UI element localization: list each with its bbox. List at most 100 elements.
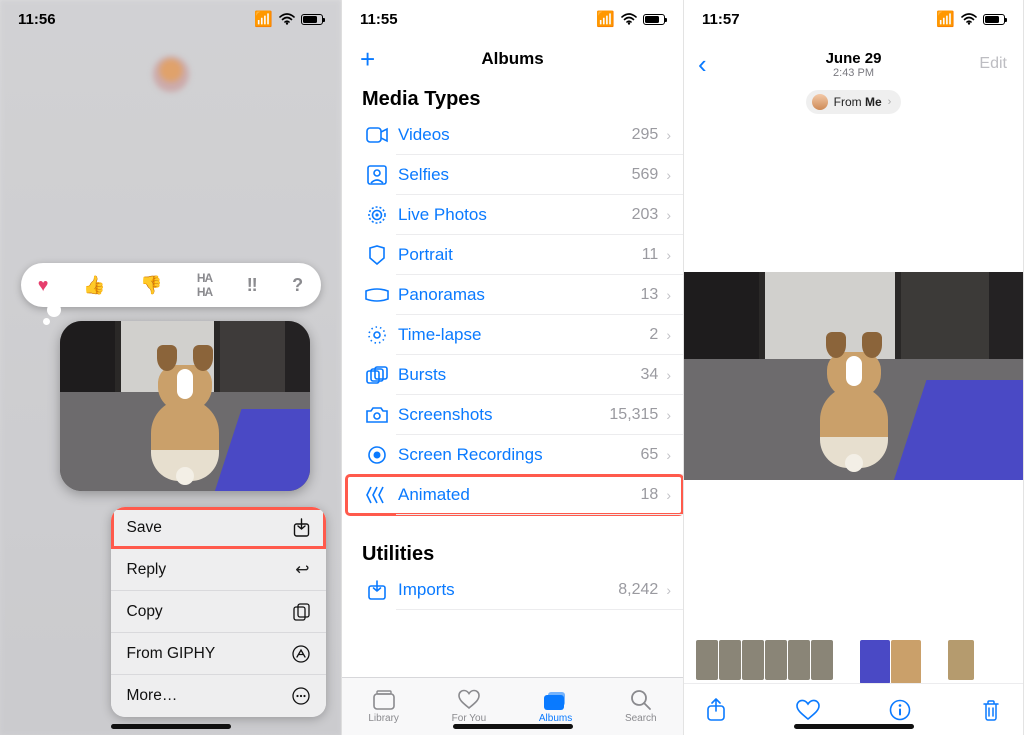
thumb-group[interactable]	[948, 640, 975, 680]
tab-foryou[interactable]: For You	[452, 689, 486, 724]
clock: 11:55	[360, 11, 398, 28]
thumb-group-selected[interactable]	[860, 640, 922, 680]
nav-bar: ‹ June 29 2:43 PM Edit	[684, 38, 1023, 90]
timelapse-icon	[362, 325, 392, 345]
section-utilities: Utilities	[346, 535, 683, 570]
chevron-right-icon: ›	[662, 327, 671, 343]
tapback-haha-icon[interactable]: HAHA	[197, 271, 212, 299]
pill-text: From Me	[834, 95, 882, 109]
menu-more-label: More…	[127, 687, 178, 705]
battery-icon	[983, 14, 1005, 25]
menu-copy[interactable]: Copy	[111, 591, 326, 633]
animated-icon	[362, 485, 392, 505]
row-label: Portrait	[392, 245, 642, 265]
tab-search[interactable]: Search	[625, 689, 657, 724]
screenshot-icon	[362, 406, 392, 424]
share-icon[interactable]	[706, 698, 726, 722]
row-timelapse[interactable]: Time-lapse 2 ›	[346, 315, 683, 355]
status-right: 📶	[596, 10, 665, 28]
chevron-right-icon: ›	[662, 367, 671, 383]
burst-icon	[362, 366, 392, 384]
reply-icon: ↩︎	[295, 560, 309, 580]
wifi-icon	[621, 13, 637, 25]
row-count: 2	[649, 326, 662, 344]
chevron-right-icon: ›	[662, 127, 671, 143]
livephoto-icon	[362, 205, 392, 225]
tab-label: Library	[368, 713, 399, 724]
row-label: Screen Recordings	[392, 445, 641, 465]
trash-icon[interactable]	[981, 698, 1001, 722]
menu-save[interactable]: Save	[111, 507, 326, 549]
clock: 11:56	[18, 11, 56, 28]
menu-reply-label: Reply	[127, 561, 167, 579]
row-animated[interactable]: Animated 18 ›	[346, 475, 683, 515]
back-button[interactable]: ‹	[698, 49, 707, 80]
row-livephotos[interactable]: Live Photos 203 ›	[346, 195, 683, 235]
home-indicator	[453, 724, 573, 729]
add-button[interactable]: +	[360, 46, 375, 72]
row-bursts[interactable]: Bursts 34 ›	[346, 355, 683, 395]
photo-viewer[interactable]	[684, 272, 1023, 480]
photo-detail-pane: 11:57 📶 ‹ June 29 2:43 PM Edit From Me ›	[684, 0, 1024, 735]
from-pill[interactable]: From Me ›	[806, 90, 902, 114]
battery-icon	[643, 14, 665, 25]
row-label: Animated	[392, 485, 641, 505]
photos-albums-pane: 11:55 📶 + Albums Media Types Videos 295 …	[342, 0, 684, 735]
albums-list[interactable]: Media Types Videos 295 › Selfies 569 › L…	[342, 80, 683, 677]
menu-copy-label: Copy	[127, 603, 163, 621]
cellular-icon: 📶	[596, 10, 615, 28]
row-count: 569	[632, 166, 663, 184]
chevron-right-icon: ›	[888, 96, 892, 108]
row-label: Selfies	[392, 165, 632, 185]
status-right: 📶	[254, 10, 323, 28]
chevron-right-icon: ›	[662, 487, 671, 503]
tapback-bar[interactable]: ♥ 👍 👎 HAHA ‼︎ ?	[21, 263, 321, 307]
row-imports[interactable]: Imports 8,242 ›	[346, 570, 683, 610]
row-selfies[interactable]: Selfies 569 ›	[346, 155, 683, 195]
tab-label: Albums	[539, 713, 572, 724]
row-screen-recordings[interactable]: Screen Recordings 65 ›	[346, 435, 683, 475]
row-label: Time-lapse	[392, 325, 649, 345]
video-icon	[362, 127, 392, 143]
status-right: 📶	[936, 10, 1005, 28]
cellular-icon: 📶	[254, 10, 273, 28]
row-label: Panoramas	[392, 285, 641, 305]
row-portrait[interactable]: Portrait 11 ›	[346, 235, 683, 275]
thumbnail-scrubber[interactable]	[684, 637, 1023, 683]
tapback-exclaim-icon[interactable]: ‼︎	[247, 275, 258, 296]
info-icon[interactable]	[889, 699, 911, 721]
heart-outline-icon[interactable]	[796, 699, 820, 721]
tapback-thumbsup-icon[interactable]: 👍	[83, 275, 105, 296]
tapback-heart-icon[interactable]: ♥	[38, 275, 49, 296]
menu-fromgiphy-label: From GIPHY	[127, 645, 216, 663]
chevron-right-icon: ›	[662, 247, 671, 263]
tab-albums[interactable]: Albums	[539, 689, 572, 724]
edit-button[interactable]: Edit	[979, 55, 1007, 73]
message-image-bubble[interactable]	[60, 321, 310, 491]
row-panoramas[interactable]: Panoramas 13 ›	[346, 275, 683, 315]
menu-more[interactable]: More…	[111, 675, 326, 717]
row-count: 8,242	[618, 581, 662, 599]
menu-reply[interactable]: Reply ↩︎	[111, 549, 326, 591]
tapback-thumbsdown-icon[interactable]: 👎	[140, 275, 162, 296]
row-count: 295	[632, 126, 663, 144]
wifi-icon	[961, 13, 977, 25]
imports-icon	[362, 580, 392, 600]
row-label: Screenshots	[392, 405, 609, 425]
tapback-question-icon[interactable]: ?	[292, 275, 303, 296]
row-count: 65	[641, 446, 663, 464]
row-count: 203	[632, 206, 663, 224]
status-bar: 11:55 📶	[342, 0, 683, 38]
messages-context-pane: 11:56 📶 ♥ 👍 👎 HAHA ‼︎ ?	[0, 0, 342, 735]
section-media-types: Media Types	[346, 80, 683, 115]
thumb-group[interactable]	[696, 640, 834, 680]
row-screenshots[interactable]: Screenshots 15,315 ›	[346, 395, 683, 435]
row-videos[interactable]: Videos 295 ›	[346, 115, 683, 155]
tab-library[interactable]: Library	[368, 689, 399, 724]
photo-date: June 29	[826, 50, 882, 67]
row-count: 15,315	[609, 406, 662, 424]
menu-from-giphy[interactable]: From GIPHY	[111, 633, 326, 675]
row-label: Bursts	[392, 365, 641, 385]
tab-label: For You	[452, 713, 486, 724]
foryou-icon	[458, 689, 480, 711]
